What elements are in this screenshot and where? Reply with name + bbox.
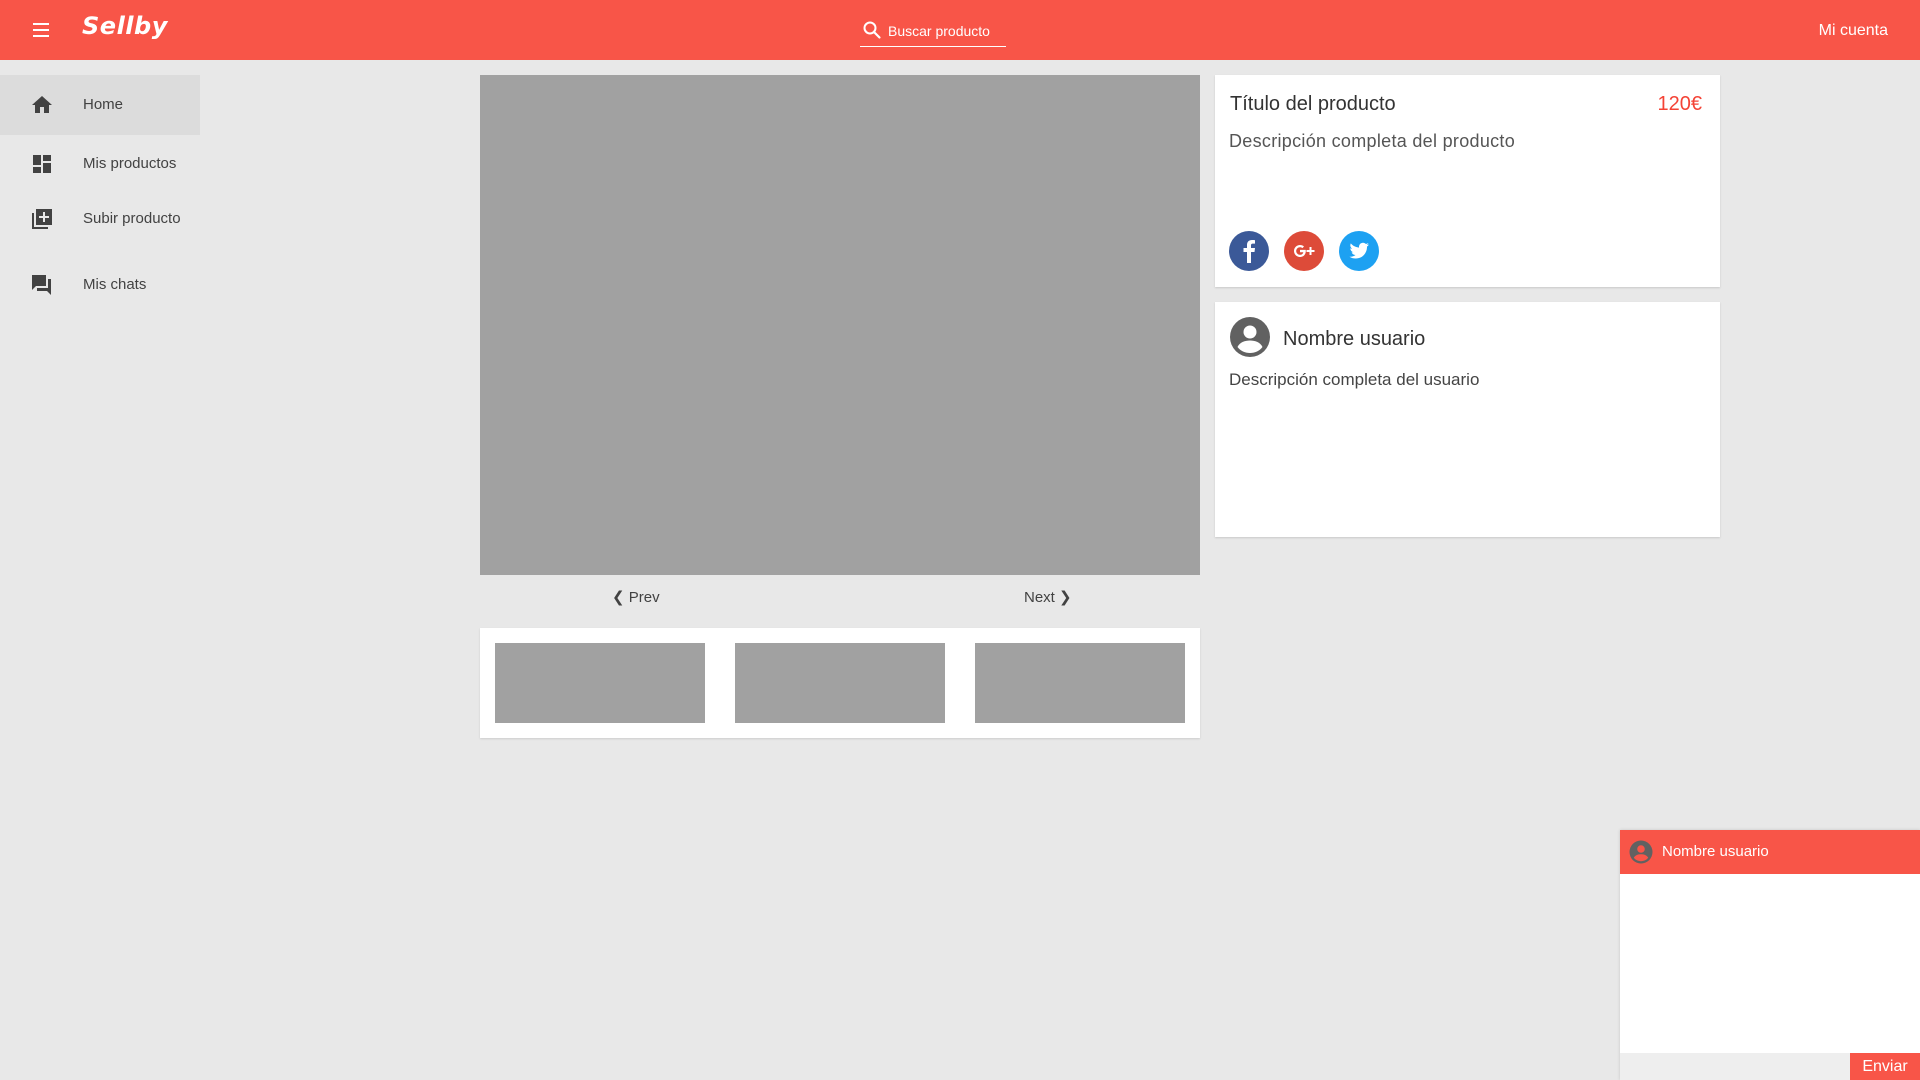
sidebar-item-label: Home <box>83 96 124 113</box>
user-card: Nombre usuario Descripción completa del … <box>1215 302 1720 537</box>
dashboard-icon <box>30 152 54 176</box>
sidebar-item-home[interactable]: Home <box>0 75 200 135</box>
sidebar-item-subir-producto[interactable]: Subir producto <box>0 189 200 249</box>
google-plus-icon[interactable] <box>1284 231 1324 271</box>
account-circle-icon <box>1629 840 1653 864</box>
user-name[interactable]: Nombre usuario <box>1283 328 1425 351</box>
home-icon <box>30 93 54 117</box>
menu-icon <box>24 16 58 44</box>
account-circle-icon <box>1229 316 1271 358</box>
sidebar-item-label: Mis chats <box>83 276 147 293</box>
chat-icon <box>30 273 54 297</box>
chat-header[interactable]: Nombre usuario <box>1620 830 1920 874</box>
facebook-icon[interactable] <box>1229 231 1269 271</box>
thumbnail-image[interactable] <box>495 643 705 723</box>
product-description: Descripción completa del producto <box>1229 131 1516 151</box>
product-main-image <box>480 75 1200 575</box>
search-input[interactable] <box>888 21 1004 41</box>
thumbnail-strip <box>480 628 1200 738</box>
add-box-icon <box>30 207 54 231</box>
search-icon[interactable] <box>862 20 882 45</box>
account-link[interactable]: Mi cuenta <box>1819 22 1888 40</box>
sidebar-item-label: Mis productos <box>83 155 177 172</box>
prev-button[interactable]: ❮ Prev <box>612 588 660 606</box>
chat-window: Nombre usuario Enviar <box>1620 830 1920 1080</box>
app-logo[interactable]: Sellby <box>82 12 168 40</box>
chat-message-input[interactable] <box>1620 1053 1850 1080</box>
search-bar <box>860 18 1006 47</box>
sidebar-item-mis-productos[interactable]: Mis productos <box>0 134 200 194</box>
thumbnail-image[interactable] <box>735 643 945 723</box>
chat-user-name: Nombre usuario <box>1662 843 1769 860</box>
thumbnail-image[interactable] <box>975 643 1185 723</box>
next-button[interactable]: Next ❯ <box>1024 588 1072 606</box>
user-description: Descripción completa del usuario <box>1229 370 1480 389</box>
twitter-icon[interactable] <box>1339 231 1379 271</box>
top-app-bar: Sellby Mi cuenta <box>0 0 1920 60</box>
sidebar-item-mis-chats[interactable]: Mis chats <box>0 255 200 315</box>
product-card: Título del producto 120€ Descripción com… <box>1215 75 1720 287</box>
product-title: Título del producto <box>1230 93 1396 115</box>
menu-button[interactable] <box>24 16 58 44</box>
sidebar-item-label: Subir producto <box>83 210 181 227</box>
send-button[interactable]: Enviar <box>1850 1053 1920 1080</box>
product-price: 120€ <box>1657 93 1703 115</box>
